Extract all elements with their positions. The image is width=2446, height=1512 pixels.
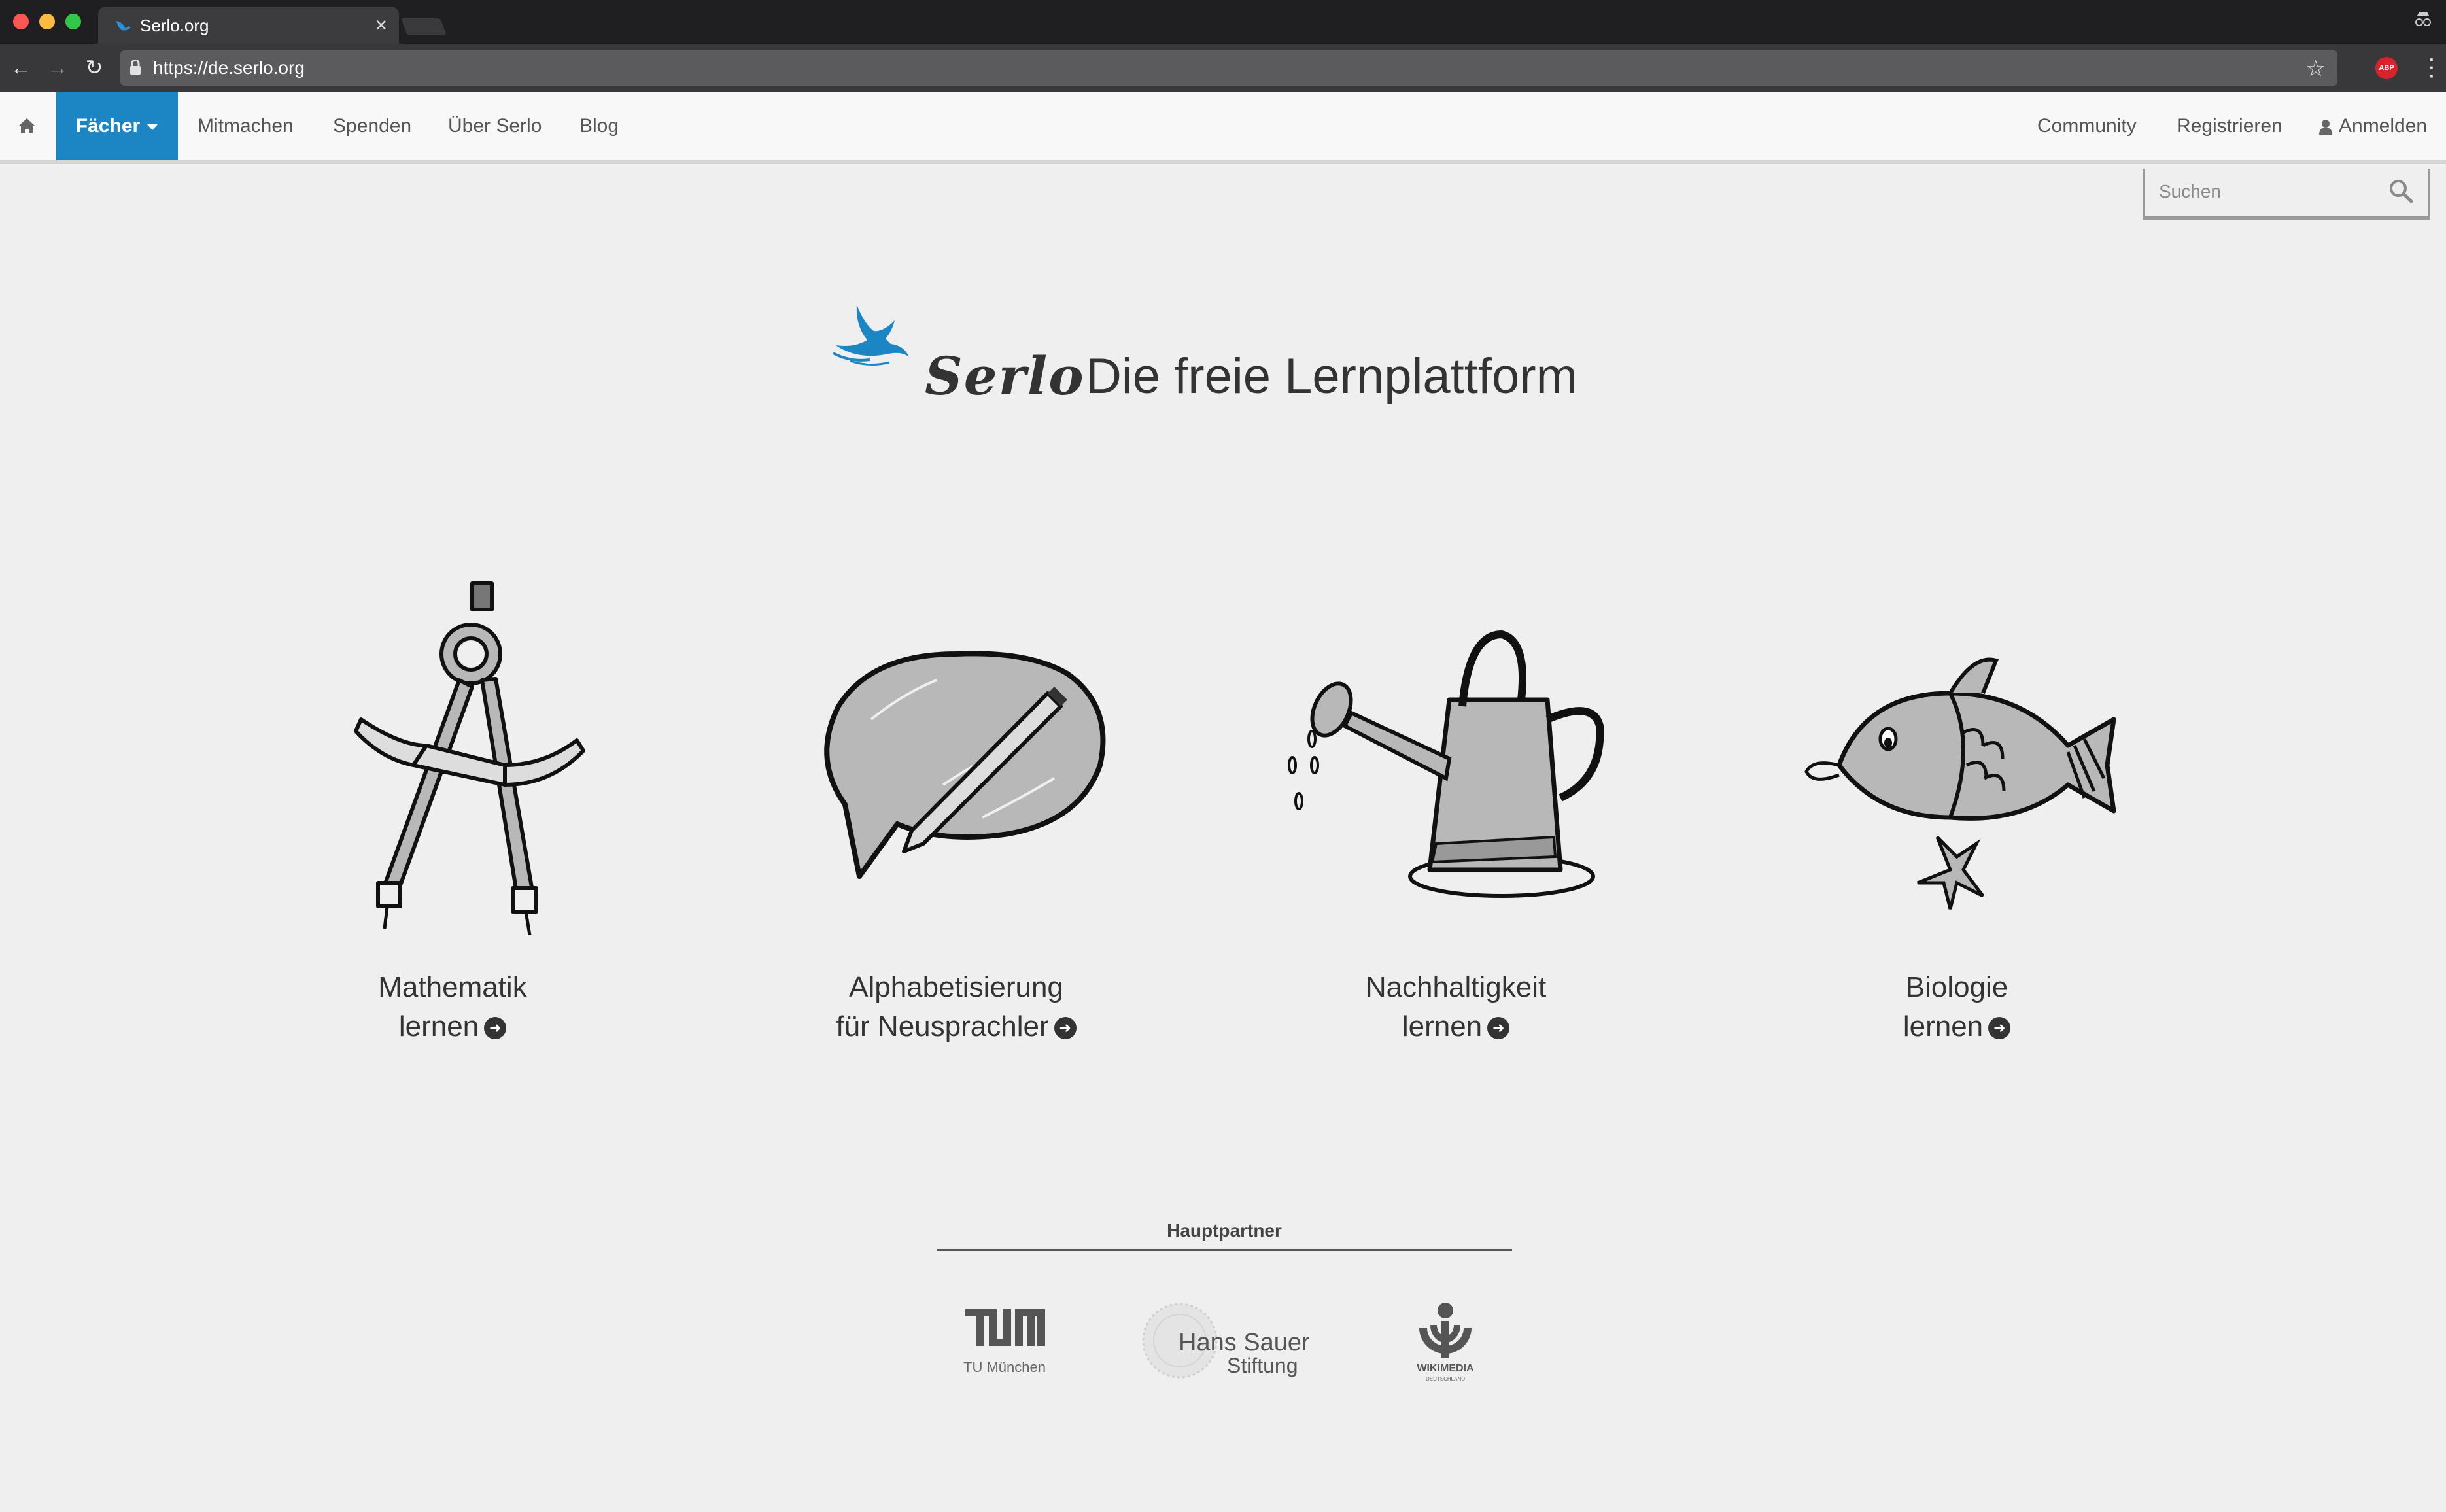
bookmark-star-icon[interactable]: ☆ <box>2306 56 2326 82</box>
close-window-button[interactable] <box>13 14 29 29</box>
browser-toolbar: ← → ↻ https://de.serlo.org ☆ ABP ⋮ <box>0 44 2446 92</box>
subject-biologie-label: Biologie lernen ➜ <box>1787 968 2127 1046</box>
speech-pencil-icon <box>824 651 1106 879</box>
reload-icon[interactable]: ↻ <box>82 56 106 79</box>
subject-alphabetisierung-label: Alphabetisierung für Neusprachler ➜ <box>786 968 1126 1046</box>
arrow-right-circle-icon: ➜ <box>1054 1017 1077 1040</box>
maximize-window-button[interactable] <box>65 14 81 29</box>
user-icon <box>2319 120 2332 135</box>
tab-title: Serlo.org <box>140 16 209 35</box>
nav-anmelden-label: Anmelden <box>2339 115 2428 137</box>
wikimedia-subcaption: DEUTSCHLAND <box>1425 1376 1465 1382</box>
address-bar[interactable]: https://de.serlo.org ☆ <box>120 50 2337 86</box>
caret-down-icon <box>146 124 159 131</box>
incognito-profile-icon[interactable] <box>2413 9 2433 29</box>
new-tab-button[interactable] <box>401 18 447 35</box>
wikimedia-logo-icon <box>1419 1303 1472 1358</box>
wikimedia-caption: WIKIMEDIA <box>1417 1363 1474 1374</box>
search-input[interactable] <box>2158 178 2376 205</box>
subject-line2: für Neusprachler <box>836 1010 1049 1042</box>
adblock-icon[interactable]: ABP <box>2375 57 2398 79</box>
back-arrow-icon[interactable]: ← <box>9 56 33 79</box>
subject-nachhaltigkeit-label: Nachhaltigkeit lernen ➜ <box>1286 968 1626 1046</box>
lock-icon <box>130 60 141 75</box>
subject-line2: lernen <box>398 1010 479 1042</box>
hans-sauer-name: Hans Sauer <box>1179 1329 1310 1356</box>
arrow-right-circle-icon: ➜ <box>484 1017 507 1040</box>
subject-line1: Alphabetisierung <box>849 971 1063 1003</box>
hero-tagline: Die freie Lernplattform <box>1086 349 1577 404</box>
browser-tab[interactable]: Serlo.org × <box>98 7 399 44</box>
arrow-right-circle-icon: ➜ <box>1487 1017 1510 1040</box>
hero-heading: Serlo Die freie Lernplattform <box>831 300 1596 411</box>
nav-faecher-label: Fächer <box>75 115 141 137</box>
serlo-favicon-icon <box>116 21 131 31</box>
nav-registrieren[interactable]: Registrieren <box>2177 92 2282 160</box>
partner-tum-logo[interactable]: TU München <box>952 1301 1057 1380</box>
watering-can-icon <box>1288 630 1604 898</box>
hans-sauer-stiftung: Stiftung <box>1227 1354 1298 1377</box>
search-icon[interactable] <box>2388 178 2414 204</box>
tum-caption: TU München <box>963 1359 1046 1375</box>
search-box <box>2143 169 2430 220</box>
subject-alphabetisierung[interactable]: Alphabetisierung für Neusprachler ➜ <box>786 569 1126 1066</box>
nav-faecher-dropdown[interactable]: Fächer <box>56 92 178 160</box>
partners-title: Hauptpartner <box>1167 1220 1282 1241</box>
subject-mathematik[interactable]: Mathematik lernen ➜ <box>283 569 623 1066</box>
nav-ueber-serlo[interactable]: Über Serlo <box>448 92 542 160</box>
site-navbar: Fächer Mitmachen Spenden Über Serlo Blog… <box>0 92 2446 164</box>
home-icon[interactable] <box>17 116 37 135</box>
url-text: https://de.serlo.org <box>153 58 305 78</box>
forward-arrow-icon[interactable]: → <box>46 56 69 79</box>
partners-divider <box>937 1249 1512 1251</box>
tab-close-icon[interactable]: × <box>375 13 387 37</box>
fish-icon <box>1804 657 2116 910</box>
subject-mathematik-label: Mathematik lernen ➜ <box>283 968 623 1046</box>
nav-community[interactable]: Community <box>2037 92 2137 160</box>
browser-menu-icon[interactable]: ⋮ <box>2420 54 2443 80</box>
nav-anmelden[interactable]: Anmelden <box>2319 92 2427 160</box>
browser-titlebar: Serlo.org × <box>0 0 2446 44</box>
subject-line2: lernen <box>1402 1010 1483 1042</box>
nav-mitmachen[interactable]: Mitmachen <box>198 92 294 160</box>
subject-line1: Biologie <box>1905 971 2008 1003</box>
partner-hans-sauer-logo[interactable]: Hans Sauer Stiftung <box>1141 1301 1311 1380</box>
serlo-logo-text: Serlo <box>925 345 1085 407</box>
subject-biologie[interactable]: Biologie lernen ➜ <box>1787 569 2127 1066</box>
nav-blog[interactable]: Blog <box>579 92 619 160</box>
minimize-window-button[interactable] <box>39 14 55 29</box>
subject-line1: Mathematik <box>378 971 527 1003</box>
nav-spenden[interactable]: Spenden <box>333 92 411 160</box>
subject-line2: lernen <box>1903 1010 1984 1042</box>
arrow-right-circle-icon: ➜ <box>1988 1017 2011 1040</box>
compass-icon <box>354 581 585 935</box>
subject-line1: Nachhaltigkeit <box>1365 971 1547 1003</box>
partner-wikimedia-logo[interactable]: WIKIMEDIA DEUTSCHLAND <box>1400 1301 1491 1386</box>
subject-nachhaltigkeit[interactable]: Nachhaltigkeit lernen ➜ <box>1286 569 1626 1066</box>
serlo-bird-logo-icon <box>833 305 909 366</box>
tum-logo-icon <box>965 1309 1045 1346</box>
